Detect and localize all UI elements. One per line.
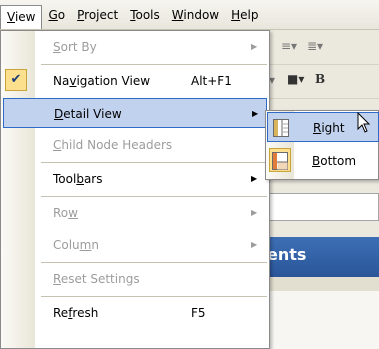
menu-item-label: Sort By bbox=[53, 40, 97, 54]
menu-item-detail-view[interactable]: Detail View ▶ bbox=[3, 98, 267, 128]
list-icon[interactable]: ≣▾ bbox=[307, 39, 323, 53]
menu-item-label: Row bbox=[53, 206, 78, 220]
menu-item-row[interactable]: Row ▶ bbox=[1, 198, 269, 228]
mouse-pointer-icon bbox=[357, 112, 371, 133]
menu-item-reset-settings[interactable]: Reset Settings bbox=[1, 264, 269, 294]
submenu-arrow-icon: ▶ bbox=[251, 240, 258, 249]
menu-item-sort-by[interactable]: Sort By ▶ bbox=[1, 32, 269, 62]
menubar: View Go Project Tools Window Help bbox=[0, 0, 379, 30]
menu-item-refresh[interactable]: Refresh F5 bbox=[1, 298, 269, 328]
menu-item-child-node-headers[interactable]: Child Node Headers bbox=[1, 130, 269, 160]
panel-titlebar: ents bbox=[267, 237, 379, 277]
submenu-arrow-icon: ▶ bbox=[251, 174, 258, 183]
pane-bottom-icon bbox=[272, 152, 288, 170]
view-menu-dropdown: Sort By ▶ ✔ Navigation View Alt+F1 Detai… bbox=[0, 30, 270, 349]
color-icon[interactable]: ■▾ bbox=[287, 72, 304, 86]
menu-help[interactable]: Help bbox=[225, 4, 264, 26]
menu-item-navigation-view[interactable]: ✔ Navigation View Alt+F1 bbox=[1, 66, 269, 96]
menu-separator bbox=[41, 262, 267, 263]
menu-separator bbox=[41, 64, 267, 65]
toolbar-row-2: ▾ ■▾ B bbox=[267, 64, 379, 99]
menu-item-label: Reset Settings bbox=[53, 272, 140, 286]
menu-window[interactable]: Window bbox=[166, 4, 225, 26]
menu-item-label: Refresh bbox=[53, 306, 99, 320]
align-icon[interactable]: ≡▾ bbox=[281, 39, 297, 53]
background-input[interactable] bbox=[267, 193, 379, 221]
menu-tools[interactable]: Tools bbox=[124, 4, 166, 26]
bold-icon[interactable]: B bbox=[315, 72, 325, 86]
menu-go[interactable]: Go bbox=[42, 4, 71, 26]
menu-item-column[interactable]: Column ▶ bbox=[1, 230, 269, 260]
menu-separator bbox=[41, 162, 267, 163]
menu-item-toolbars[interactable]: Toolbars ▶ bbox=[1, 164, 269, 194]
menu-project[interactable]: Project bbox=[71, 4, 124, 26]
menu-item-shortcut: F5 bbox=[191, 306, 206, 320]
submenu-arrow-icon: ▶ bbox=[251, 208, 258, 217]
pane-right-icon bbox=[273, 119, 289, 137]
menu-separator bbox=[41, 196, 267, 197]
menu-item-label: Column bbox=[53, 238, 99, 252]
submenu-item-label: Bottom bbox=[312, 154, 357, 168]
menu-item-label: Child Node Headers bbox=[53, 138, 173, 152]
menu-item-label: Toolbars bbox=[53, 172, 103, 186]
menu-view[interactable]: View bbox=[0, 4, 43, 29]
menu-item-label: Navigation View bbox=[53, 74, 151, 88]
submenu-arrow-icon: ▶ bbox=[252, 109, 259, 118]
submenu-arrow-icon: ▶ bbox=[251, 42, 258, 51]
menu-item-shortcut: Alt+F1 bbox=[191, 74, 232, 88]
submenu-item-label: Right bbox=[313, 121, 345, 135]
panel-title: ents bbox=[267, 245, 307, 264]
panel-stripe bbox=[267, 277, 379, 291]
menu-item-label: Detail View bbox=[54, 107, 122, 121]
menu-separator bbox=[41, 296, 267, 297]
submenu-item-bottom[interactable]: Bottom bbox=[267, 146, 379, 176]
checkmark-icon: ✔ bbox=[5, 69, 27, 91]
toolbar-row-1: ≡▾ ≣▾ bbox=[267, 30, 379, 65]
